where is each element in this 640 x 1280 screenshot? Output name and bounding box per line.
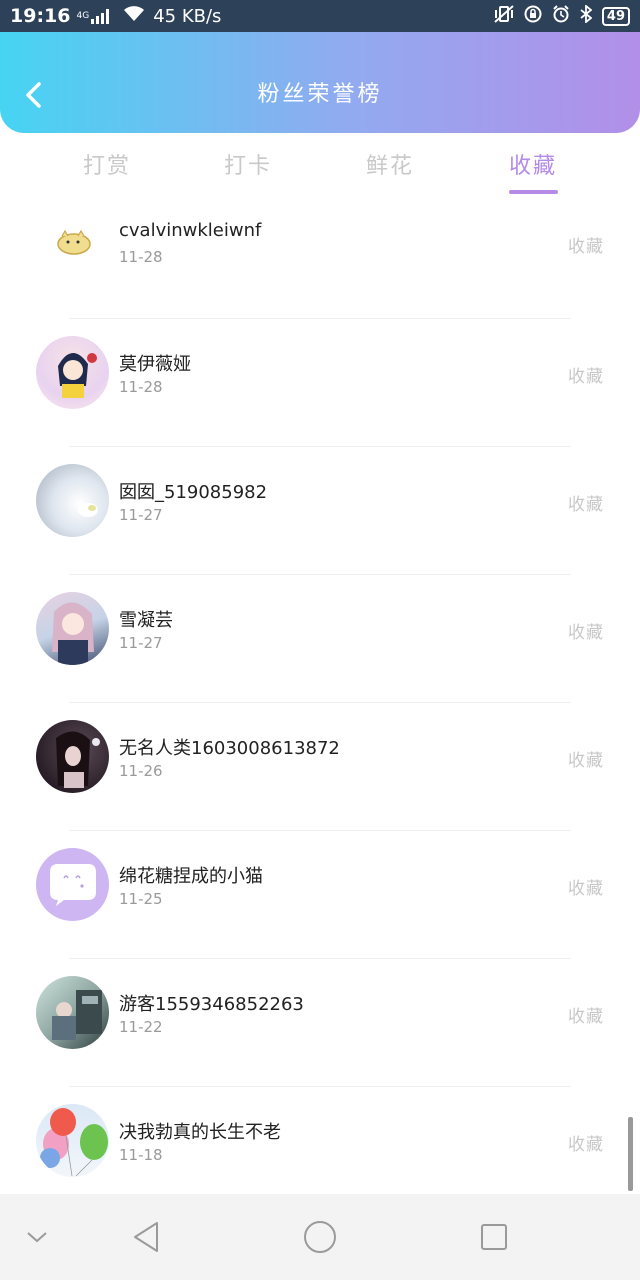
action-label: 收藏 xyxy=(568,495,604,515)
action-label: 收藏 xyxy=(568,1007,604,1027)
tab-active-indicator xyxy=(509,190,558,194)
divider xyxy=(70,446,570,447)
list-item[interactable]: 绵花糖捏成的小猫 11-25 收藏 xyxy=(0,830,640,958)
avatar xyxy=(36,1104,109,1177)
list-item[interactable]: 雪凝芸 11-27 收藏 xyxy=(0,574,640,702)
signal-icon xyxy=(91,8,110,24)
list-item[interactable]: 无名人类1603008613872 11-26 收藏 xyxy=(0,702,640,830)
header: 19:16 4G 45 KB/s 49 粉丝荣誉榜 xyxy=(0,0,640,133)
vibrate-icon xyxy=(494,4,514,28)
action-label: 收藏 xyxy=(568,879,604,899)
fan-date: 11-18 xyxy=(119,1146,163,1164)
list-item[interactable]: 游客1559346852263 11-22 收藏 xyxy=(0,958,640,1086)
network-type: 4G xyxy=(76,10,90,21)
balloons-icon xyxy=(40,1108,108,1177)
tab-bar: 打赏 打卡 鲜花 收藏 xyxy=(0,140,640,200)
divider xyxy=(70,958,570,959)
tab-reward[interactable]: 打赏 xyxy=(67,148,147,180)
divider xyxy=(70,574,570,575)
fan-date: 11-26 xyxy=(119,762,163,780)
status-bar: 19:16 4G 45 KB/s 49 xyxy=(0,0,640,32)
network-speed: 45 KB/s xyxy=(153,5,222,27)
nav-back-button[interactable] xyxy=(121,1212,171,1262)
avatar xyxy=(36,592,109,665)
avatar xyxy=(36,464,109,537)
triangle-back-icon xyxy=(134,1222,158,1252)
fan-name: 雪凝芸 xyxy=(119,610,173,631)
avatar xyxy=(36,848,109,921)
action-label: 收藏 xyxy=(568,367,604,387)
scrollbar[interactable] xyxy=(628,1117,633,1191)
status-icons: 49 xyxy=(494,3,630,28)
list-item[interactable]: 决我勃真的长生不老 11-18 收藏 xyxy=(0,1086,640,1194)
fan-date: 11-22 xyxy=(119,1018,163,1036)
nav-recents-button[interactable] xyxy=(469,1212,519,1262)
fan-date: 11-28 xyxy=(119,248,163,266)
lock-rotation-icon xyxy=(524,5,542,28)
fan-name: cvalvinwkleiwnf xyxy=(119,220,262,241)
fan-name: 莫伊薇娅 xyxy=(119,354,191,375)
battery-indicator: 49 xyxy=(601,6,630,26)
avatar xyxy=(36,720,109,793)
chevron-down-icon xyxy=(27,1232,47,1243)
avatar xyxy=(36,336,109,409)
page-title: 粉丝荣誉榜 xyxy=(257,82,383,107)
nav-hide-button[interactable] xyxy=(12,1212,62,1262)
tab-checkin[interactable]: 打卡 xyxy=(208,148,288,180)
tab-favorites[interactable]: 收藏 xyxy=(493,148,573,180)
avatar xyxy=(36,218,109,279)
fan-list[interactable]: cvalvinwkleiwnf 11-28 收藏 莫伊薇娅 11-28 收藏 囡… xyxy=(0,218,640,1194)
divider xyxy=(70,318,570,319)
action-label: 收藏 xyxy=(568,751,604,771)
action-label: 收藏 xyxy=(568,237,604,257)
fan-date: 11-25 xyxy=(119,890,163,908)
fan-date: 11-27 xyxy=(119,506,163,524)
chat-bubble-icon xyxy=(50,864,96,906)
avatar xyxy=(36,976,109,1049)
alarm-icon xyxy=(552,4,570,28)
wifi-icon xyxy=(123,5,145,27)
app-root: 19:16 4G 45 KB/s 49 粉丝荣誉榜 打赏 打卡 鲜花 收藏 cv… xyxy=(0,0,640,1280)
square-recents-icon xyxy=(481,1224,507,1250)
circle-home-icon xyxy=(304,1221,336,1253)
fan-date: 11-27 xyxy=(119,634,163,652)
fan-name: 囡囡_519085982 xyxy=(119,482,268,503)
divider xyxy=(70,702,570,703)
nav-home-button[interactable] xyxy=(295,1212,345,1262)
fan-date: 11-28 xyxy=(119,378,163,396)
action-label: 收藏 xyxy=(568,1135,604,1155)
list-item[interactable]: 囡囡_519085982 11-27 收藏 xyxy=(0,446,640,574)
bluetooth-icon xyxy=(580,3,593,28)
fan-name: 无名人类1603008613872 xyxy=(119,738,340,759)
divider xyxy=(70,830,570,831)
fan-name: 决我勃真的长生不老 xyxy=(119,1122,281,1143)
action-label: 收藏 xyxy=(568,623,604,643)
list-item[interactable]: 莫伊薇娅 11-28 收藏 xyxy=(0,318,640,446)
tab-flowers[interactable]: 鲜花 xyxy=(350,148,430,180)
divider xyxy=(70,1086,570,1087)
system-nav-bar xyxy=(0,1194,640,1280)
fan-name: 游客1559346852263 xyxy=(119,994,304,1015)
status-time: 19:16 xyxy=(10,5,71,27)
fan-name: 绵花糖捏成的小猫 xyxy=(119,866,263,887)
